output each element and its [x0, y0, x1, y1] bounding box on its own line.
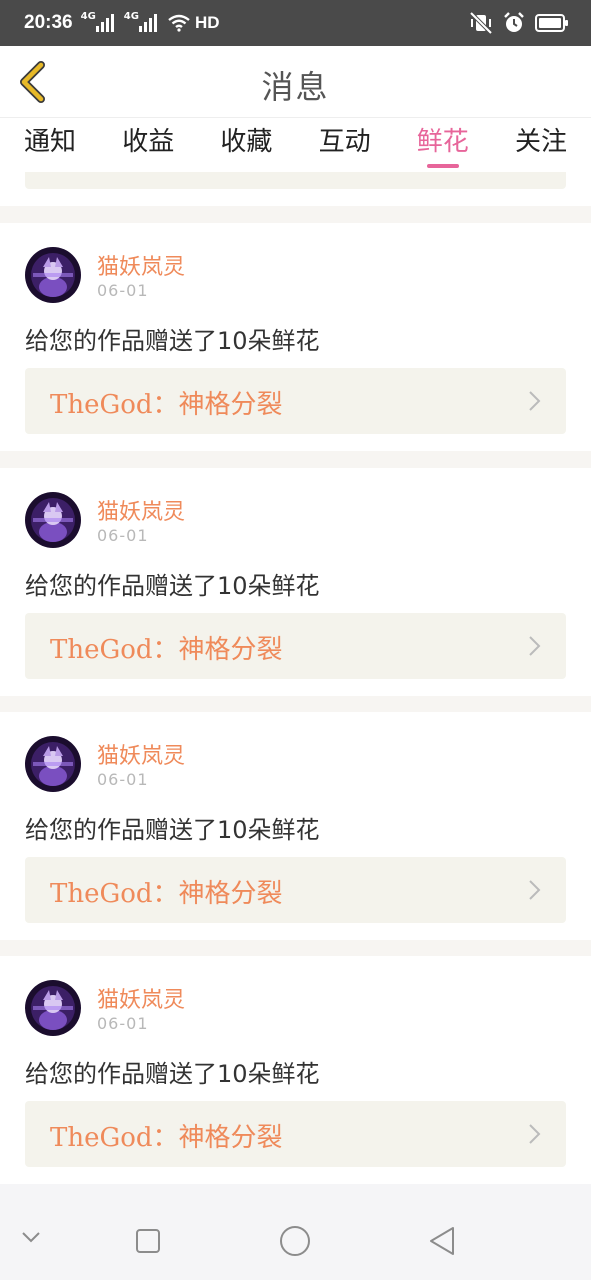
message-card: 猫妖岚灵 06-01 给您的作品赠送了10朵鲜花 TheGod：神格分裂 — [0, 712, 591, 940]
message-date: 06-01 — [97, 1014, 149, 1033]
message-text: 给您的作品赠送了10朵鲜花 — [25, 572, 320, 600]
status-right — [469, 12, 569, 34]
message-list[interactable]: 猫妖岚灵 06-01 给您的作品赠送了10朵鲜花 TheGod：神格分裂 猫妖岚… — [0, 172, 591, 1184]
status-bar: 20:36 4G 4G HD — [0, 0, 591, 46]
active-tab-indicator — [426, 164, 459, 168]
tab-bar: 通知 收益 收藏 互动 鲜花 关注 — [0, 118, 591, 172]
message-card: 猫妖岚灵 06-01 给您的作品赠送了10朵鲜花 TheGod：神格分裂 — [0, 468, 591, 696]
tab-label: 通知 — [24, 127, 77, 157]
message-date: 06-01 — [97, 281, 149, 300]
status-left: 20:36 4G 4G HD — [24, 12, 220, 34]
network-type-2: 4G — [123, 11, 139, 22]
system-nav-bar — [0, 1184, 591, 1280]
tab-flowers[interactable]: 鲜花 — [417, 118, 469, 172]
back-nav-button[interactable] — [428, 1225, 456, 1257]
message-text: 给您的作品赠送了10朵鲜花 — [25, 1060, 320, 1088]
tab-label: 收益 — [122, 127, 175, 157]
avatar[interactable] — [25, 736, 81, 792]
message-card: 猫妖岚灵 06-01 给您的作品赠送了10朵鲜花 TheGod：神格分裂 — [0, 956, 591, 1184]
wifi-icon — [168, 14, 190, 32]
home-button[interactable] — [279, 1225, 311, 1257]
avatar-image — [25, 980, 81, 1036]
avatar-image — [25, 247, 81, 303]
avatar[interactable] — [25, 980, 81, 1036]
avatar[interactable] — [25, 247, 81, 303]
work-link[interactable]: TheGod：神格分裂 — [25, 368, 566, 434]
mute-vibrate-icon — [469, 12, 493, 34]
hd-label: HD — [194, 13, 220, 32]
tab-interactions[interactable]: 互动 — [319, 118, 371, 172]
sender-name[interactable]: 猫妖岚灵 — [97, 738, 185, 770]
signal-icon — [138, 14, 157, 32]
back-triangle-icon — [430, 1227, 454, 1255]
sender-name[interactable]: 猫妖岚灵 — [97, 494, 185, 526]
home-icon — [280, 1226, 310, 1256]
tab-earnings[interactable]: 收益 — [122, 118, 174, 172]
tab-label: 收藏 — [220, 127, 273, 157]
message-date: 06-01 — [97, 770, 149, 789]
partial-message-card — [0, 172, 591, 206]
avatar-image — [25, 736, 81, 792]
work-link[interactable]: TheGod：神格分裂 — [25, 857, 566, 923]
work-title: TheGod：神格分裂 — [50, 390, 283, 420]
tab-label: 关注 — [514, 127, 567, 157]
message-text: 给您的作品赠送了10朵鲜花 — [25, 816, 320, 844]
chevron-right-icon — [529, 636, 541, 656]
alarm-icon — [504, 12, 524, 32]
screen: 20:36 4G 4G HD 消息 通知 收益 收藏 互动 鲜花 关注 猫妖岚灵… — [0, 0, 591, 1280]
work-title: TheGod：神格分裂 — [50, 879, 283, 909]
recent-apps-icon — [136, 1229, 160, 1253]
partial-work-link[interactable] — [25, 172, 566, 189]
nav-bar: 消息 — [0, 46, 591, 118]
chevron-right-icon — [529, 391, 541, 411]
message-card: 猫妖岚灵 06-01 给您的作品赠送了10朵鲜花 TheGod：神格分裂 — [0, 223, 591, 451]
network-type-1: 4G — [80, 11, 96, 22]
work-link[interactable]: TheGod：神格分裂 — [25, 1101, 566, 1167]
work-title: TheGod：神格分裂 — [50, 1123, 283, 1153]
recent-apps-button[interactable] — [135, 1228, 161, 1254]
tab-label: 互动 — [318, 127, 371, 157]
chevron-down-icon — [22, 1232, 40, 1243]
message-date: 06-01 — [97, 526, 149, 545]
status-time: 20:36 — [24, 12, 73, 33]
chevron-right-icon — [529, 1124, 541, 1144]
collapse-button[interactable] — [20, 1230, 42, 1244]
message-text: 给您的作品赠送了10朵鲜花 — [25, 327, 320, 355]
sender-name[interactable]: 猫妖岚灵 — [97, 249, 185, 281]
page-title: 消息 — [261, 68, 330, 106]
signal-icon — [95, 14, 114, 32]
tab-favorites[interactable]: 收藏 — [220, 118, 272, 172]
sender-name[interactable]: 猫妖岚灵 — [97, 982, 185, 1014]
avatar-image — [25, 492, 81, 548]
chevron-right-icon — [529, 880, 541, 900]
tab-label: 鲜花 — [416, 127, 469, 157]
avatar[interactable] — [25, 492, 81, 548]
tab-notifications[interactable]: 通知 — [24, 118, 76, 172]
work-title: TheGod：神格分裂 — [50, 635, 283, 665]
work-link[interactable]: TheGod：神格分裂 — [25, 613, 566, 679]
battery-icon — [535, 14, 568, 32]
tab-following[interactable]: 关注 — [515, 118, 567, 172]
